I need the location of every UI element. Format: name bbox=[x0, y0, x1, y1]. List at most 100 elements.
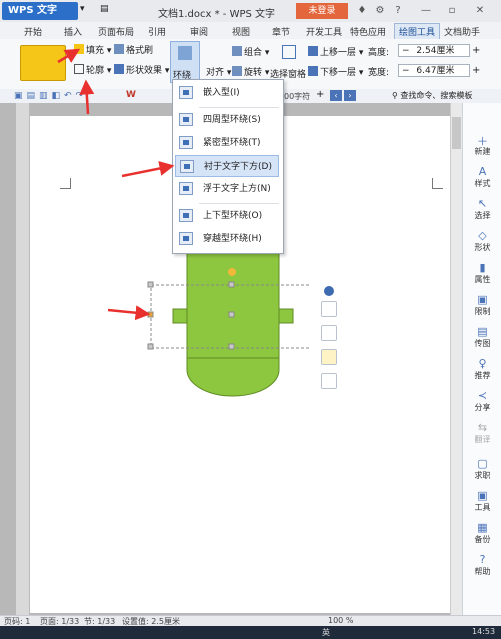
tab-developer[interactable]: 开发工具 bbox=[306, 25, 342, 38]
tab-view[interactable]: 视图 bbox=[232, 25, 250, 38]
ime-indicator[interactable]: 英 bbox=[322, 627, 330, 638]
app-menu-button[interactable]: WPS 文字 bbox=[2, 2, 78, 20]
next-icon[interactable]: › bbox=[344, 90, 356, 101]
wrap-option-behind-text[interactable]: 衬于文字下方(D) bbox=[175, 155, 279, 177]
outline-button[interactable]: 轮廓 ▾ bbox=[74, 63, 111, 76]
tab-drawing-tools[interactable]: 绘图工具 bbox=[394, 23, 441, 39]
align-label: 对齐 bbox=[206, 68, 225, 78]
wrap-button[interactable]: 环绕 bbox=[170, 41, 200, 83]
shape-style-preview[interactable] bbox=[20, 45, 66, 81]
upload-image-icon: ▤ bbox=[477, 325, 488, 338]
select-icon: ↖ bbox=[477, 197, 488, 210]
scrollbar-thumb[interactable] bbox=[452, 117, 461, 149]
tab-home[interactable]: 开始 bbox=[24, 25, 42, 38]
settings-icon[interactable]: ⚙ bbox=[374, 5, 386, 17]
align-button[interactable]: 对齐 ▾ bbox=[206, 65, 231, 78]
width-plus-icon[interactable]: + bbox=[472, 65, 480, 76]
tab-references[interactable]: 引用 bbox=[148, 25, 166, 38]
tab-features[interactable]: 特色应用 bbox=[350, 25, 386, 38]
minimize-icon[interactable]: — bbox=[420, 5, 432, 17]
edit-shape-icon[interactable] bbox=[321, 325, 337, 341]
help-icon: ? bbox=[479, 553, 486, 566]
width-field[interactable]: − 6.47厘米 bbox=[398, 64, 470, 77]
fill-color-icon[interactable] bbox=[321, 349, 337, 365]
panel-upload-image[interactable]: ▤ 传图 bbox=[463, 325, 501, 349]
shape-effect-button[interactable]: 形状效果 ▾ bbox=[114, 63, 169, 76]
wrap-through-icon bbox=[179, 232, 193, 245]
width-minus-icon[interactable]: − bbox=[402, 66, 410, 76]
wrap-square-label: 四周型环绕(S) bbox=[203, 115, 261, 125]
shape-canvas[interactable] bbox=[140, 240, 310, 400]
panel-select[interactable]: ↖ 选择 bbox=[463, 197, 501, 221]
menu-divider bbox=[199, 107, 279, 108]
panel-recommend-label: 推荐 bbox=[474, 371, 491, 380]
green-shape[interactable] bbox=[172, 240, 294, 397]
send-backward-button[interactable]: 下移一层 ▾ bbox=[308, 65, 363, 78]
height-plus-icon[interactable]: + bbox=[472, 45, 480, 56]
layout-options-icon[interactable] bbox=[321, 301, 337, 317]
panel-restrict[interactable]: ▣ 限制 bbox=[463, 293, 501, 317]
app-dropdown-icon[interactable]: ▾ bbox=[80, 4, 94, 18]
panel-shape[interactable]: ◇ 形状 bbox=[463, 229, 501, 253]
height-field[interactable]: − 2.54厘米 bbox=[398, 44, 470, 57]
wrap-option-tight[interactable]: 紧密型环绕(T) bbox=[175, 132, 279, 154]
panel-translate[interactable]: ⇆ 翻译 bbox=[463, 421, 501, 445]
close-icon[interactable]: ✕ bbox=[474, 5, 486, 17]
shape-effect-label: 形状效果 bbox=[126, 66, 163, 76]
panel-tools[interactable]: ▣ 工具 bbox=[463, 489, 501, 513]
login-button[interactable]: 未登录 bbox=[296, 3, 348, 19]
wrap-tight-icon bbox=[179, 136, 193, 149]
zoom-level[interactable]: 100 % bbox=[328, 616, 353, 625]
panel-help-label: 帮助 bbox=[474, 567, 491, 576]
quick-access-icons[interactable]: ▣▤▥◧↶↷ bbox=[14, 91, 87, 101]
panel-property-label: 属性 bbox=[474, 275, 491, 284]
format-brush-button[interactable]: 格式刷 bbox=[114, 43, 153, 56]
wrap-option-in-front[interactable]: 浮于文字上方(N) bbox=[175, 178, 279, 200]
new-icon: ＋ bbox=[477, 135, 488, 148]
wrap-option-square[interactable]: 四周型环绕(S) bbox=[175, 109, 279, 131]
add-tab-icon[interactable]: + bbox=[316, 89, 324, 100]
tab-review[interactable]: 审阅 bbox=[190, 25, 208, 38]
selection-pane-button[interactable]: 选择窗格 bbox=[270, 43, 306, 81]
panel-new-label: 新建 bbox=[474, 147, 491, 156]
save-icon[interactable]: ▤ bbox=[100, 4, 109, 14]
wrap-option-top-bottom[interactable]: 上下型环绕(O) bbox=[175, 205, 279, 227]
tab-insert[interactable]: 插入 bbox=[64, 25, 82, 38]
wrap-option-inline[interactable]: 嵌入型(I) bbox=[175, 82, 279, 104]
search-box[interactable]: ⚲ 查找命令、搜索模板 bbox=[392, 90, 472, 101]
bring-forward-button[interactable]: 上移一层 ▾ bbox=[308, 45, 363, 58]
skin-icon[interactable]: ♦ bbox=[356, 5, 368, 17]
wrap-behind-label: 衬于文字下方(D) bbox=[204, 162, 272, 172]
prev-icon[interactable]: ‹ bbox=[330, 90, 342, 101]
wrap-top-bottom-icon bbox=[179, 209, 193, 222]
share-icon: ≺ bbox=[477, 389, 488, 402]
fill-button[interactable]: 填充 ▾ bbox=[74, 43, 111, 56]
wrap-option-through[interactable]: 穿越型环绕(H) bbox=[175, 228, 279, 250]
tab-doc-assistant[interactable]: 文档助手 bbox=[444, 25, 480, 38]
wrap-inline-label: 嵌入型(I) bbox=[203, 88, 240, 98]
panel-style[interactable]: A 样式 bbox=[463, 165, 501, 189]
group-button[interactable]: 组合 ▾ bbox=[232, 45, 269, 58]
panel-property[interactable]: ▮ 属性 bbox=[463, 261, 501, 285]
panel-help[interactable]: ? 帮助 bbox=[463, 553, 501, 577]
panel-backup[interactable]: ▦ 备份 bbox=[463, 521, 501, 545]
tab-page-layout[interactable]: 页面布局 bbox=[98, 25, 134, 38]
height-value: 2.54厘米 bbox=[416, 46, 455, 56]
height-minus-icon[interactable]: − bbox=[402, 46, 410, 56]
panel-share[interactable]: ≺ 分享 bbox=[463, 389, 501, 413]
collapse-float-icon[interactable] bbox=[324, 286, 334, 296]
help-icon[interactable]: ? bbox=[392, 5, 404, 17]
group-label: 组合 bbox=[244, 48, 263, 58]
wrap-behind-icon bbox=[180, 160, 194, 173]
rotate-button[interactable]: 旋转 ▾ bbox=[232, 65, 269, 78]
panel-job[interactable]: ▢ 求职 bbox=[463, 457, 501, 481]
wps-icon[interactable]: W bbox=[126, 90, 136, 100]
rotate-handle-icon[interactable] bbox=[228, 268, 236, 276]
send-backward-icon bbox=[308, 66, 318, 76]
outline-color-icon[interactable] bbox=[321, 373, 337, 389]
tab-section[interactable]: 章节 bbox=[272, 25, 290, 38]
panel-new[interactable]: ＋新建 bbox=[463, 133, 501, 157]
restore-icon[interactable]: ▫ bbox=[446, 5, 458, 17]
panel-restrict-label: 限制 bbox=[474, 307, 491, 316]
panel-recommend[interactable]: ♀ 推荐 bbox=[463, 357, 501, 381]
